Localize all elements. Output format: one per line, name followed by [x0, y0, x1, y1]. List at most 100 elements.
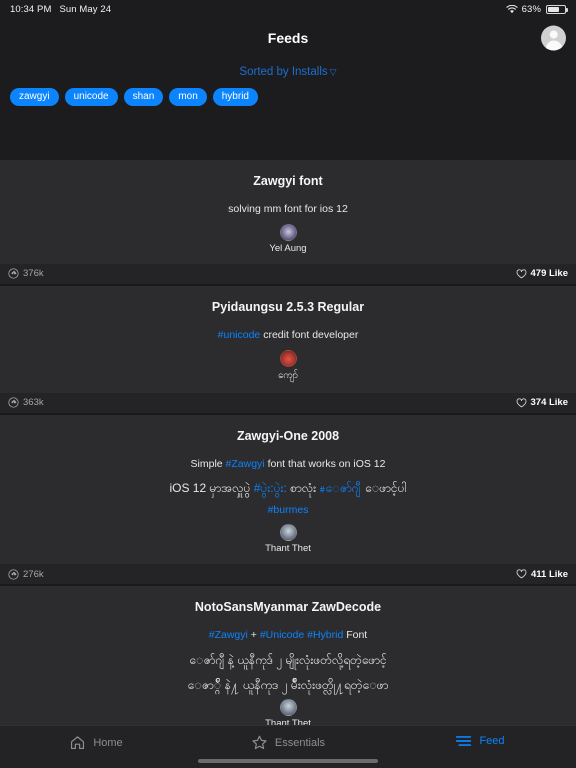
tab-essentials[interactable]: Essentials: [192, 726, 384, 751]
filter-chip[interactable]: mon: [169, 88, 207, 106]
cloud-download-icon: [8, 268, 19, 279]
status-bar: 10:34 PM Sun May 24 63%: [0, 0, 576, 18]
feed-card[interactable]: Zawgyi font solving mm font for ios 12 Yel…: [0, 160, 576, 284]
hashtag-link[interactable]: #Unicode #Hybrid: [260, 629, 343, 641]
heart-icon[interactable]: [516, 569, 527, 579]
like-button[interactable]: 374 Like: [516, 397, 568, 408]
feed-card-title: NotoSansMyanmar ZawDecode: [194, 600, 382, 615]
author-name: ကျော်: [278, 369, 298, 381]
feed-card-body: Zawgyi font solving mm font for ios 12 Yel…: [0, 160, 576, 264]
tab-feed[interactable]: Feed: [384, 726, 576, 748]
description-text: စာလုံး: [286, 481, 320, 496]
feed-card-title: Pyidaungsu 2.5.3 Regular: [211, 299, 365, 314]
status-time: 10:34 PM: [10, 3, 52, 15]
heart-icon[interactable]: [516, 269, 527, 279]
feed-card-body: Pyidaungsu 2.5.3 Regular #unicode credit …: [0, 286, 576, 393]
feed-card-title: Zawgyi font: [253, 174, 323, 188]
download-count: 276k: [8, 569, 44, 580]
description-text: credit font developer: [260, 328, 359, 341]
like-count-label: 479 Like: [530, 268, 569, 280]
hashtag-link[interactable]: #burmes: [268, 504, 309, 516]
feed-card-description: #unicode credit font developer: [20, 328, 556, 344]
filter-chip[interactable]: hybrid: [212, 88, 258, 106]
feed-card-footer: 276k 411 Like: [0, 564, 576, 585]
like-button[interactable]: 411 Like: [516, 569, 568, 580]
sort-selector[interactable]: Sorted by Installs ▽: [0, 66, 576, 88]
feed-card-body: NotoSansMyanmar ZawDecode #Zawgyi + #Unic…: [0, 586, 576, 725]
feed-card-description: solving mm font for ios 12: [20, 202, 556, 218]
feed-card-author[interactable]: ကျော်: [20, 349, 556, 383]
status-date: Sun May 24: [59, 3, 112, 15]
hashtag-link[interactable]: #ေဇာ်ဂျီ: [319, 481, 360, 495]
download-count-label: 363k: [23, 397, 44, 408]
filter-chip[interactable]: shan: [123, 88, 164, 106]
download-count: 376k: [8, 268, 44, 279]
feed-card-footer: 363k 374 Like: [0, 392, 576, 413]
author-avatar: [279, 223, 297, 241]
description-text: font that works on iOS 12: [264, 457, 386, 470]
feed-card-description: ေဇာ္ဂ်ီ နဲ႔ ယူနီကုဒ ၂ မ်ိဳးလုံးဖတ္လို႔ရတ…: [20, 675, 556, 695]
download-count-label: 376k: [23, 268, 44, 280]
filter-header-spacer: [0, 106, 576, 160]
author-avatar: [279, 698, 297, 716]
description-text: +: [247, 629, 260, 642]
hashtag-link[interactable]: #Zawgyi: [226, 458, 265, 470]
app-screen: 10:34 PM Sun May 24 63% Feeds Sorted by …: [0, 0, 576, 768]
description-text: solving mm font for ios 12: [228, 203, 348, 215]
feed-card-author[interactable]: Yel Aung: [20, 223, 556, 254]
avatar-head: [549, 30, 558, 39]
filter-chip-list: zawgyi unicode shan mon hybrid: [0, 88, 576, 106]
like-button[interactable]: 479 Like: [516, 268, 569, 280]
feed-card-description: #Zawgyi + #Unicode #Hybrid Font: [20, 628, 556, 644]
description-text: Font: [343, 629, 368, 642]
author-name: Thant Thet: [265, 717, 311, 725]
heart-icon[interactable]: [516, 397, 527, 408]
tab-bar: Home Essentials Feed: [0, 725, 576, 768]
wifi-icon: [506, 4, 518, 14]
status-bar-left: 10:34 PM Sun May 24: [10, 4, 111, 15]
battery-icon: [546, 4, 568, 14]
description-text: ေဇာ္ဂ်ီ နဲ႔ ယူနီကုဒ ၂ မ်ိဳးလုံးဖတ္လို႔ရတ…: [187, 677, 389, 692]
filter-chip[interactable]: zawgyi: [10, 88, 59, 106]
chevron-down-icon: ▽: [329, 67, 337, 77]
feed-card[interactable]: Zawgyi-One 2008 Simple #Zawgyi font that …: [0, 414, 576, 585]
hashtag-link[interactable]: #unicode: [218, 329, 261, 341]
sort-label: Sorted by Installs: [239, 66, 328, 78]
filter-header: Sorted by Installs ▽ zawgyi unicode shan mon…: [0, 58, 576, 160]
feed-list[interactable]: Zawgyi font solving mm font for ios 12 Yel…: [0, 160, 576, 725]
download-count-label: 276k: [23, 568, 44, 580]
feed-card[interactable]: Pyidaungsu 2.5.3 Regular #unicode credit …: [0, 285, 576, 413]
cloud-download-icon: [8, 569, 19, 580]
list-lines-icon: [455, 734, 472, 748]
tab-home[interactable]: Home: [0, 726, 192, 751]
avatar[interactable]: [541, 25, 566, 51]
battery-percent-label: 63%: [521, 3, 541, 15]
description-text: ေဇာ်ဂျီ နဲ့ ယူနီကုဒ် ၂ မျိုးလုံးဖတ်လို့ရ…: [189, 653, 387, 668]
download-count: 363k: [8, 397, 44, 408]
hashtag-link[interactable]: #ပွဲး:ပွဲး:: [254, 481, 287, 495]
feed-card-description: #burmes: [20, 503, 556, 519]
feed-card-description: Simple #Zawgyi font that works on iOS 12: [20, 457, 556, 473]
cloud-download-icon: [8, 397, 19, 408]
author-name: Yel Aung: [269, 242, 307, 254]
tab-feed-label: Feed: [479, 735, 505, 747]
tab-home-label: Home: [93, 736, 123, 749]
feed-card-author[interactable]: Thant Thet: [20, 698, 556, 725]
description-text: ေဖာင့်ပါ: [360, 481, 407, 496]
hashtag-link[interactable]: #Zawgyi: [209, 629, 248, 641]
star-icon: [251, 734, 268, 751]
avatar-body: [545, 40, 562, 51]
page-title: Feeds: [267, 30, 309, 46]
feed-card-footer: 376k 479 Like: [0, 263, 576, 284]
author-avatar: [279, 349, 297, 367]
tab-essentials-label: Essentials: [274, 736, 326, 749]
filter-chip[interactable]: unicode: [64, 88, 118, 106]
home-indicator[interactable]: [198, 759, 378, 763]
description-text: Simple: [190, 457, 226, 470]
feed-card-author[interactable]: Thant Thet: [20, 524, 556, 554]
feed-card-body: Zawgyi-One 2008 Simple #Zawgyi font that …: [0, 415, 576, 565]
feed-card[interactable]: NotoSansMyanmar ZawDecode #Zawgyi + #Unic…: [0, 586, 576, 725]
status-bar-right: 63%: [506, 3, 568, 15]
home-icon: [69, 734, 86, 751]
description-text: iOS 12 မှာအလှူပွဲ: [169, 481, 254, 496]
